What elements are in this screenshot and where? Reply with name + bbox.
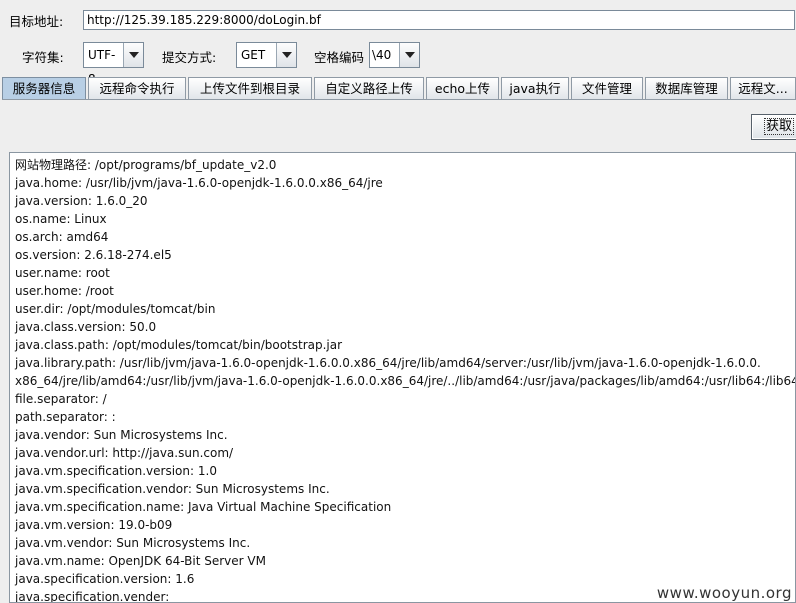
space-encoding-label: 空格编码 — [314, 50, 365, 65]
target-url-input[interactable]: http://125.39.185.229:8000/doLogin.bf — [83, 10, 795, 30]
output-line: user.dir: /opt/modules/tomcat/bin — [15, 302, 216, 316]
charset-value: UTF-8 — [88, 48, 116, 86]
tab-database-manager[interactable]: 数据库管理 — [645, 77, 728, 99]
tab-upload-root[interactable]: 上传文件到根目录 — [188, 77, 312, 99]
output-line: java.specification.version: 1.6 — [15, 572, 195, 586]
output-line: os.name: Linux — [15, 212, 107, 226]
output-line: java.vm.specification.vendor: Sun Micros… — [15, 482, 330, 496]
method-label: 提交方式: — [162, 50, 217, 65]
fetch-button-label: 获取 — [764, 118, 795, 135]
charset-select[interactable]: UTF-8 — [83, 42, 144, 86]
chevron-down-icon[interactable] — [399, 43, 419, 67]
target-address-row: 目标地址: — [9, 10, 63, 30]
tab-file-manager[interactable]: 文件管理 — [571, 77, 643, 99]
chevron-down-icon[interactable] — [276, 43, 296, 67]
output-line: 网站物理路径: /opt/programs/bf_update_v2.0 — [15, 158, 277, 172]
output-line: java.vm.specification.version: 1.0 — [15, 464, 217, 478]
output-line: os.arch: amd64 — [15, 230, 109, 244]
space-encoding-select[interactable]: \40 — [369, 42, 420, 68]
output-line: os.version: 2.6.18-274.el5 — [15, 248, 172, 262]
output-line: user.home: /root — [15, 284, 114, 298]
output-line: java.specification.vender: — [15, 590, 170, 603]
method-select[interactable]: GET — [236, 42, 297, 68]
tab-echo-upload[interactable]: echo上传 — [426, 77, 499, 99]
output-line: java.version: 1.6.0_20 — [15, 194, 148, 208]
chevron-down-icon[interactable] — [123, 43, 143, 67]
fetch-button[interactable]: 获取 — [751, 114, 796, 140]
output-line: java.home: /usr/lib/jvm/java-1.6.0-openj… — [15, 176, 383, 190]
tab-bar: 服务器信息 远程命令执行 上传文件到根目录 自定义路径上传 echo上传 jav… — [2, 77, 796, 100]
server-info-output[interactable]: 网站物理路径: /opt/programs/bf_update_v2.0 jav… — [9, 152, 796, 603]
output-line: java.vm.name: OpenJDK 64-Bit Server VM — [15, 554, 266, 568]
output-line: java.vendor.url: http://java.sun.com/ — [15, 446, 234, 460]
tab-server-info[interactable]: 服务器信息 — [2, 77, 86, 99]
target-address-label: 目标地址: — [9, 13, 64, 29]
output-line: java.class.version: 50.0 — [15, 320, 157, 334]
output-line: java.library.path: /usr/lib/jvm/java-1.6… — [15, 356, 761, 370]
output-line: java.vm.specification.name: Java Virtual… — [15, 500, 392, 514]
output-line: java.vm.vendor: Sun Microsystems Inc. — [15, 536, 251, 550]
output-line: java.class.path: /opt/modules/tomcat/bin… — [15, 338, 343, 352]
method-value: GET — [241, 48, 266, 62]
output-line: java.vm.version: 19.0-b09 — [15, 518, 173, 532]
watermark: www.wooyun.org — [656, 584, 792, 602]
output-line: file.separator: / — [15, 392, 107, 406]
charset-label: 字符集: — [22, 50, 64, 65]
space-encoding-value: \40 — [372, 48, 392, 62]
output-line: x86_64/jre/lib/amd64:/usr/lib/jvm/java-1… — [15, 374, 796, 388]
output-line: user.name: root — [15, 266, 110, 280]
tab-remote-file[interactable]: 远程文... — [730, 77, 796, 99]
tab-remote-command[interactable]: 远程命令执行 — [88, 77, 186, 99]
output-line: path.separator: : — [15, 410, 116, 424]
tab-custom-path-upload[interactable]: 自定义路径上传 — [314, 77, 424, 99]
output-line: java.vendor: Sun Microsystems Inc. — [15, 428, 228, 442]
tab-java-exec[interactable]: java执行 — [501, 77, 569, 99]
